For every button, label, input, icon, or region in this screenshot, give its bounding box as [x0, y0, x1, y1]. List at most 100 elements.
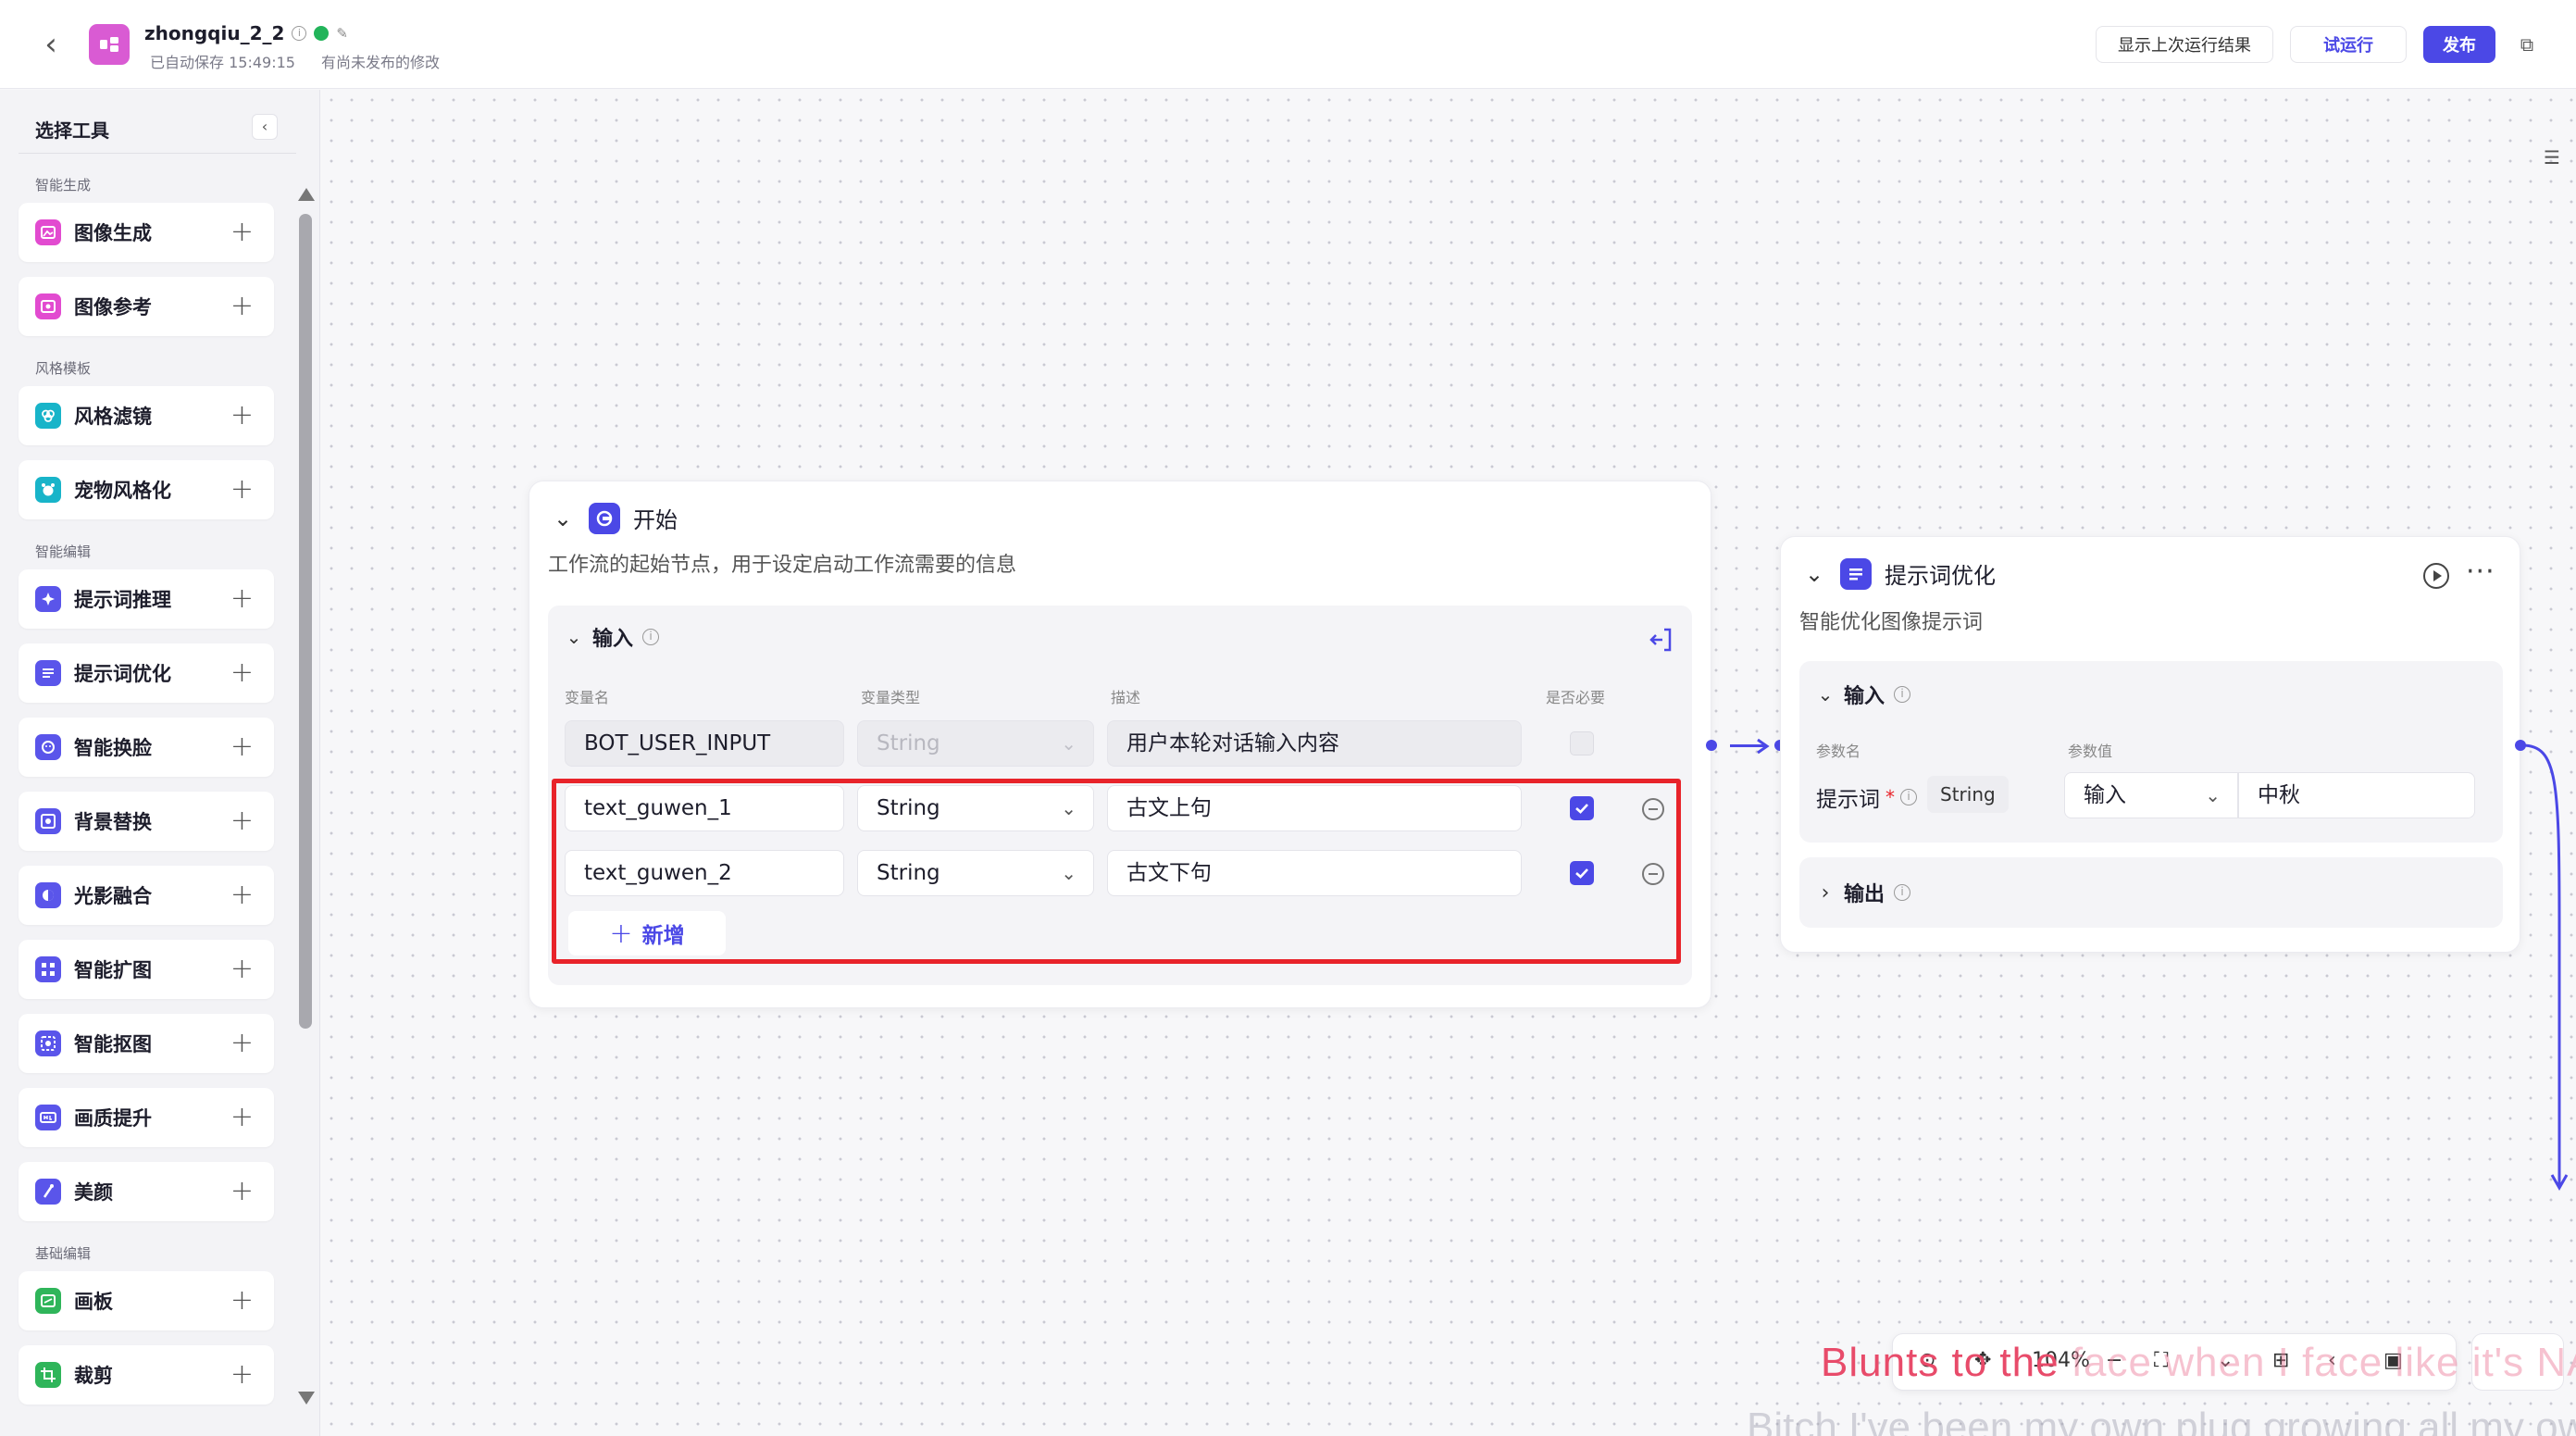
- add-tool-icon[interactable]: +: [230, 473, 254, 506]
- publish-button[interactable]: 发布: [2423, 26, 2495, 63]
- sidebar-scrollbar[interactable]: [296, 188, 315, 1410]
- tool-card[interactable]: 背景替换 +: [19, 792, 274, 851]
- filter-icon: [35, 403, 61, 429]
- tool-card[interactable]: 裁剪 +: [19, 1345, 274, 1405]
- info-icon[interactable]: i: [642, 629, 660, 645]
- add-tool-icon[interactable]: +: [230, 290, 254, 323]
- start-input-header[interactable]: ⌄ 输入 i: [565, 622, 660, 652]
- tool-card[interactable]: 智能抠图 +: [19, 1014, 274, 1073]
- add-tool-icon[interactable]: +: [230, 730, 254, 764]
- more-icon[interactable]: ···: [2466, 558, 2495, 586]
- tool-card[interactable]: 图像参考 +: [19, 277, 274, 336]
- tool-group-label: 基础编辑: [35, 1245, 92, 1262]
- add-tool-icon[interactable]: +: [230, 399, 254, 432]
- tool-label: 智能扩图: [74, 959, 152, 981]
- tool-label: 宠物风格化: [74, 480, 171, 502]
- start-output-port[interactable]: [1706, 740, 1717, 751]
- window-icon[interactable]: ⧉: [2514, 31, 2540, 57]
- chevron-down-icon[interactable]: ⌄: [1801, 561, 1827, 587]
- prompt-output-header[interactable]: › 输出 i: [1816, 878, 1911, 907]
- divider: [19, 153, 296, 154]
- workflow-canvas[interactable]: ☰ ⌄ 开始 工作流的起始节点，用于设定启动工作流需要的信息 ⌄ 输入 i 变量…: [321, 90, 2576, 1436]
- add-tool-icon[interactable]: +: [230, 216, 254, 249]
- edit-icon[interactable]: ✎: [336, 26, 351, 41]
- tool-card[interactable]: 画板 +: [19, 1271, 274, 1330]
- param-value-input[interactable]: 中秋: [2238, 772, 2475, 818]
- add-tool-icon[interactable]: +: [230, 1101, 254, 1134]
- tool-card[interactable]: 智能扩图 +: [19, 940, 274, 999]
- tool-sidebar: 选择工具 ‹ 智能生成图像生成 + 图像参考 + 风格模板风格滤镜 + 宠物风格化 + 智能编辑…: [0, 90, 320, 1436]
- run-node-icon[interactable]: [2423, 563, 2449, 589]
- chevron-down-icon[interactable]: ⌄: [550, 506, 576, 531]
- tool-label: 提示词优化: [74, 663, 171, 685]
- add-tool-icon[interactable]: +: [230, 879, 254, 912]
- subtitle-part-b: face when I face like it's NASC: [2071, 1340, 2576, 1385]
- try-run-button[interactable]: 试运行: [2290, 26, 2407, 63]
- info-icon[interactable]: i: [1894, 884, 1911, 901]
- scroll-thumb[interactable]: [299, 214, 312, 1029]
- light-icon: [35, 882, 61, 908]
- unpublished-text: 有尚未发布的修改: [320, 54, 440, 71]
- tool-card[interactable]: 图像生成 +: [19, 203, 274, 262]
- tool-card[interactable]: 智能换脸 +: [19, 718, 274, 777]
- start-node-header: ⌄ 开始: [550, 502, 678, 534]
- add-tool-icon[interactable]: +: [230, 1027, 254, 1060]
- export-icon[interactable]: [1646, 624, 1677, 656]
- param-source-select[interactable]: 输入 ⌄: [2064, 772, 2238, 818]
- col-required: 是否必要: [1546, 689, 1606, 706]
- show-last-result-button[interactable]: 显示上次运行结果: [2096, 26, 2273, 63]
- info-icon[interactable]: i: [292, 26, 307, 41]
- chevron-down-icon[interactable]: ⌄: [565, 626, 583, 648]
- chevron-down-icon: ⌄: [2205, 784, 2221, 806]
- info-icon[interactable]: i: [1900, 789, 1917, 805]
- tool-label: 背景替换: [74, 811, 152, 833]
- add-tool-icon[interactable]: +: [230, 1284, 254, 1317]
- var-type-select: String ⌄: [857, 720, 1094, 767]
- add-tool-icon[interactable]: +: [230, 582, 254, 616]
- tool-label: 裁剪: [74, 1365, 113, 1387]
- tool-label: 提示词推理: [74, 589, 171, 611]
- add-tool-icon[interactable]: +: [230, 805, 254, 838]
- start-node-desc: 工作流的起始节点，用于设定启动工作流需要的信息: [548, 554, 1017, 577]
- tool-card[interactable]: 风格滤镜 +: [19, 386, 274, 445]
- panel-toggle-icon[interactable]: ☰: [2536, 142, 2568, 173]
- tool-card[interactable]: 宠物风格化 +: [19, 460, 274, 519]
- add-tool-icon[interactable]: +: [230, 953, 254, 986]
- tool-card[interactable]: 美颜 +: [19, 1162, 274, 1221]
- pet-icon: [35, 477, 61, 503]
- prompt-input-panel: ⌄ 输入 i 参数名 参数值 提示词 * i String 输入 ⌄ 中秋: [1799, 661, 2503, 843]
- tool-card[interactable]: 提示词推理 +: [19, 569, 274, 629]
- required-checkbox: [1570, 731, 1594, 755]
- tool-label: 智能换脸: [74, 737, 152, 759]
- back-button[interactable]: ‹: [35, 26, 67, 63]
- required-mark: *: [1885, 786, 1895, 808]
- autosave-text: 已自动保存 15:49:15: [150, 54, 295, 71]
- add-tool-icon[interactable]: +: [230, 656, 254, 690]
- tool-label: 图像参考: [74, 296, 152, 318]
- prompt-node-header: ⌄ 提示词优化: [1801, 557, 1996, 590]
- tool-group-label: 风格模板: [35, 360, 92, 377]
- tool-label: 智能抠图: [74, 1033, 152, 1055]
- prompt-infer-icon: [35, 586, 61, 612]
- beauty-icon: [35, 1179, 61, 1205]
- info-icon[interactable]: i: [1894, 686, 1911, 703]
- add-tool-icon[interactable]: +: [230, 1175, 254, 1208]
- tool-group-label: 智能生成: [35, 177, 92, 194]
- tool-group-label: 智能编辑: [35, 543, 92, 560]
- add-tool-icon[interactable]: +: [230, 1358, 254, 1392]
- arrow-icon: [1757, 738, 1770, 755]
- chevron-right-icon[interactable]: ›: [1816, 881, 1835, 905]
- input-section-title: 输入: [592, 628, 634, 651]
- connection-curve: [2521, 743, 2569, 1192]
- scroll-up-icon[interactable]: [298, 188, 315, 201]
- tool-card[interactable]: 画质提升 +: [19, 1088, 274, 1147]
- col-var-name: 变量名: [565, 689, 610, 706]
- tool-card[interactable]: 光影融合 +: [19, 866, 274, 925]
- prompt-input-header[interactable]: ⌄ 输入 i: [1816, 680, 1911, 709]
- chevron-down-icon[interactable]: ⌄: [1816, 683, 1835, 706]
- prompt-optimize-node[interactable]: ⌄ 提示词优化 ··· 智能优化图像提示词 ⌄ 输入 i 参数名 参数值 提示词…: [1780, 536, 2520, 953]
- sidebar-title: 选择工具: [35, 119, 109, 142]
- scroll-down-icon[interactable]: [298, 1392, 315, 1405]
- collapse-sidebar-button[interactable]: ‹: [252, 114, 278, 140]
- tool-card[interactable]: 提示词优化 +: [19, 643, 274, 703]
